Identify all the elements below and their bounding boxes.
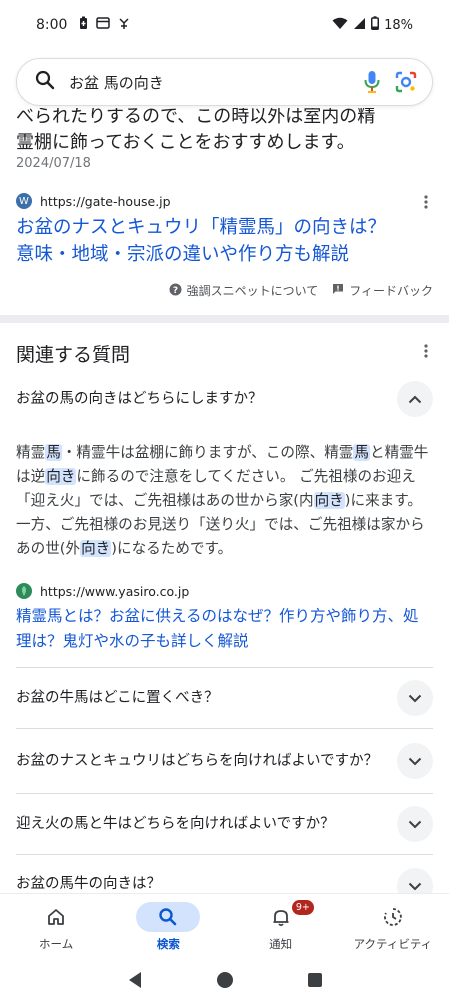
- answer-highlight: 馬: [45, 444, 62, 461]
- snippet-title-link[interactable]: お盆のナスとキュウリ「精霊馬」の向きは？ 意味・地域・宗派の違いや作り方も解説: [16, 214, 436, 268]
- feedback-label[interactable]: フィードバック: [349, 282, 433, 299]
- question-text: お盆の馬の向きはどちらにしますか？: [16, 390, 263, 407]
- signal-icon: [353, 17, 366, 34]
- back-icon[interactable]: [127, 971, 143, 993]
- answer-segment: )になるためです。: [111, 540, 233, 557]
- answer-segment: 精霊: [16, 444, 46, 461]
- home-circle-icon[interactable]: [216, 971, 234, 993]
- nav-notifications-label: 通知: [269, 937, 293, 951]
- nav-activity[interactable]: アクティビティ: [337, 894, 449, 963]
- feedback-icon: [332, 283, 344, 298]
- question-row-2[interactable]: お盆の牛馬はどこに置くべき？: [16, 668, 433, 728]
- snippet-line-1: べられたりするので、この時以外は室内の精: [16, 108, 376, 127]
- snippet-source[interactable]: W https://gate-house.jp: [16, 193, 171, 209]
- notification-badge: 9+: [291, 900, 314, 915]
- row-divider: [16, 854, 433, 855]
- answer-highlight: 向き: [313, 492, 345, 509]
- status-time: 8:00: [36, 17, 68, 33]
- help-icon: ?: [169, 283, 182, 299]
- answer-highlight: 向き: [80, 540, 112, 557]
- snippet-source-url: https://gate-house.jp: [40, 193, 171, 209]
- answer-segment: ・精霊牛は盆棚に飾りますが、この際、精霊: [61, 444, 354, 461]
- feedback-button[interactable]: フィードバック: [332, 282, 433, 299]
- recents-icon[interactable]: [307, 972, 323, 992]
- chevron-up-icon[interactable]: [397, 381, 433, 417]
- snippet-text: べられたりするので、この時以外は室内の精 霊棚に飾っておくことをおすすめします。: [16, 108, 436, 156]
- answer-source-url: https://www.yasiro.co.jp: [40, 583, 190, 599]
- question-row-4[interactable]: 迎え火の馬と牛はどちらを向ければよいですか？: [16, 794, 433, 854]
- search-bar[interactable]: お盆 馬の向き: [16, 58, 433, 106]
- battery-percent: 18%: [384, 17, 413, 33]
- answer-source[interactable]: https://www.yasiro.co.jp: [16, 583, 189, 599]
- activity-icon: [361, 902, 425, 932]
- chevron-down-icon[interactable]: [397, 680, 433, 716]
- answer-highlight: 向き: [45, 468, 77, 485]
- snippet-title-line-2[interactable]: 意味・地域・宗派の違いや作り方も解説: [16, 241, 436, 268]
- more-options-icon[interactable]: [416, 195, 436, 213]
- nav-search[interactable]: 検索: [112, 894, 224, 963]
- answer-link[interactable]: 精霊馬とは？お盆に供えるのはなぜ？作り方や飾り方、処 理は？鬼灯や水の子も詳しく…: [16, 604, 436, 654]
- site-favicon-icon: [16, 583, 32, 599]
- notification-app-icon: [118, 17, 130, 34]
- about-featured-snippets[interactable]: ? 強調スニペットについて: [169, 282, 319, 299]
- battery-saver-icon: [79, 16, 88, 34]
- bottom-navigation: ホーム 検索 9+ 通知 アクティビティ: [0, 893, 449, 963]
- nav-home-label: ホーム: [39, 937, 74, 951]
- system-navigation: [0, 963, 449, 1000]
- about-label[interactable]: 強調スニペットについて: [187, 282, 319, 299]
- related-questions-title: 関連する質問: [16, 344, 131, 366]
- answer-highlight: 馬: [353, 444, 371, 461]
- chevron-down-icon[interactable]: [397, 743, 433, 779]
- chevron-down-icon[interactable]: [397, 806, 433, 842]
- nav-home[interactable]: ホーム: [0, 894, 112, 963]
- question-row-1[interactable]: お盆の馬の向きはどちらにしますか？: [16, 380, 433, 418]
- question-text: 迎え火の馬と牛はどちらを向ければよいですか？: [16, 815, 335, 832]
- battery-icon: [371, 16, 380, 34]
- search-query[interactable]: お盆 馬の向き: [69, 72, 350, 93]
- featured-snippet-footer: ? 強調スニペットについて フィードバック: [169, 282, 433, 299]
- answer-link-line-1[interactable]: 精霊馬とは？お盆に供えるのはなぜ？作り方や飾り方、処: [16, 604, 436, 629]
- section-divider: [0, 315, 449, 323]
- snippet-title-line-1[interactable]: お盆のナスとキュウリ「精霊馬」の向きは？: [16, 214, 436, 241]
- snippet-date: 2024/07/18: [16, 156, 91, 171]
- wordpress-favicon-icon: W: [16, 193, 32, 209]
- answer-text: 精霊馬・精霊牛は盆棚に飾りますが、この際、精霊馬と精霊牛は逆向きに飾るので注意を…: [16, 441, 436, 561]
- answer-link-line-2[interactable]: 理は？鬼灯や水の子も詳しく解説: [16, 629, 436, 654]
- question-row-3[interactable]: お盆のナスとキュウリはどちらを向ければよいですか？: [16, 729, 433, 793]
- question-text: お盆の馬牛の向きは？: [16, 876, 161, 892]
- svg-text:?: ?: [172, 285, 177, 295]
- search-icon: [35, 70, 55, 94]
- mic-icon[interactable]: [364, 70, 380, 94]
- nav-notifications[interactable]: 9+ 通知: [225, 894, 337, 963]
- snippet-line-2: 霊棚に飾っておくことをおすすめします。: [16, 132, 355, 153]
- question-text: お盆の牛馬はどこに置くべき？: [16, 689, 219, 706]
- related-more-options-icon[interactable]: [416, 344, 436, 362]
- question-text: お盆のナスとキュウリはどちらを向ければよいですか？: [16, 752, 379, 769]
- home-icon: [24, 902, 88, 932]
- lens-icon[interactable]: [394, 70, 418, 94]
- wifi-icon: [332, 17, 348, 34]
- nav-search-label: 検索: [156, 937, 180, 951]
- nav-activity-label: アクティビティ: [353, 937, 433, 951]
- status-bar: 8:00 18%: [0, 0, 449, 50]
- card-icon: [96, 17, 111, 33]
- search-nav-icon: [136, 902, 201, 932]
